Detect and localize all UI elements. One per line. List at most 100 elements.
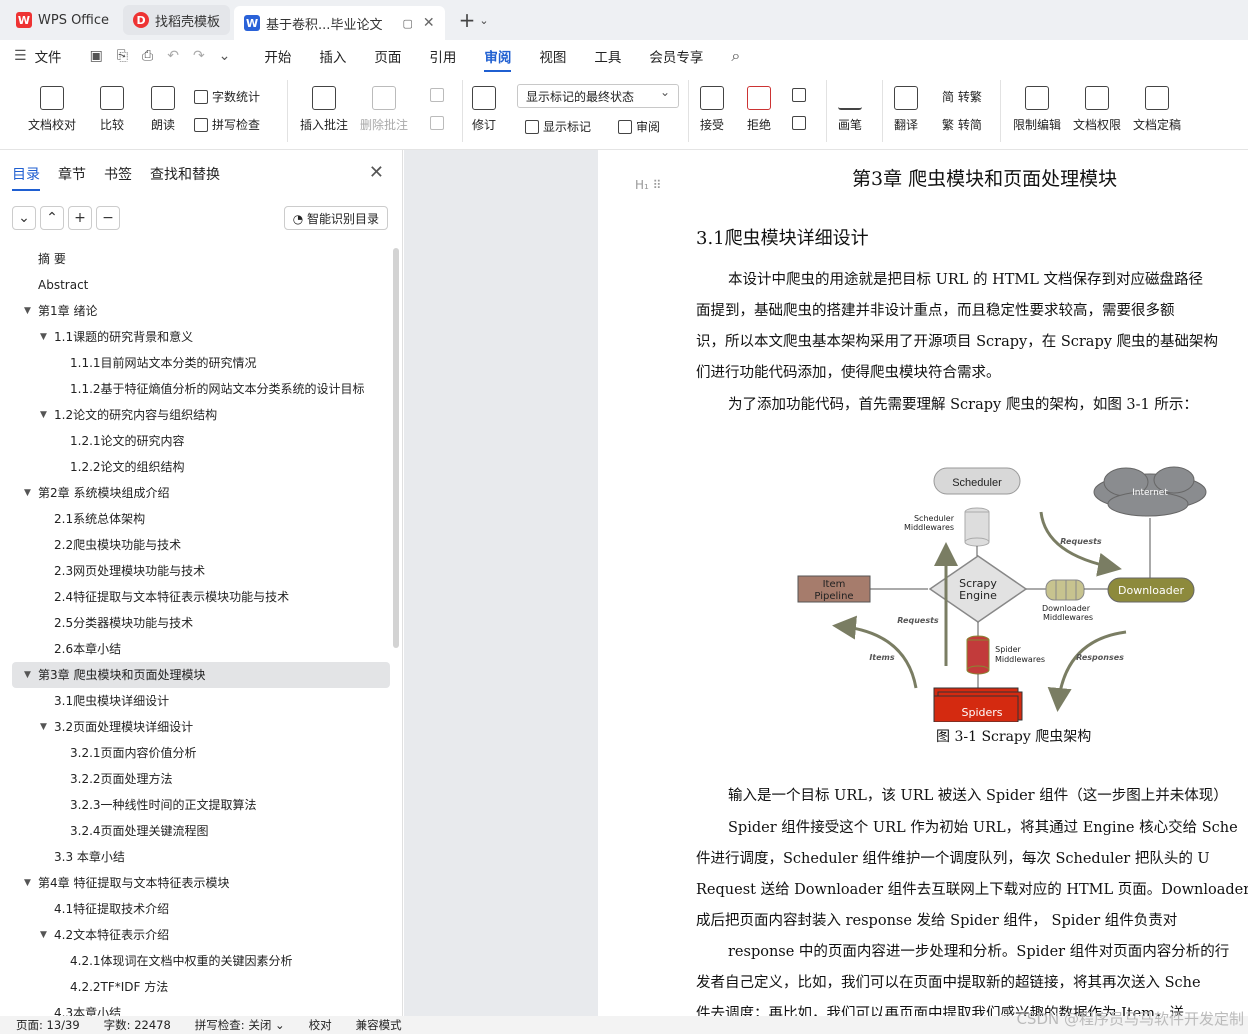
toc-item[interactable]: ▼ 1.2论文的研究内容与组织结构 <box>12 402 390 428</box>
tab-docer[interactable]: D 找稻壳模板 <box>123 5 231 35</box>
remove-heading-icon[interactable]: − <box>96 206 120 230</box>
compare-button[interactable]: 比较 <box>100 86 124 133</box>
toc-item[interactable]: 3.2.2页面处理方法 <box>12 766 390 792</box>
print-preview-icon[interactable]: ⎙ <box>142 48 153 64</box>
page-indicator[interactable]: 页面: 13/39 <box>16 1017 80 1033</box>
menu-page[interactable]: 页面 <box>374 46 401 66</box>
delete-comment-button[interactable]: 删除批注 <box>360 86 408 133</box>
proof-indicator[interactable]: 校对 <box>309 1017 332 1033</box>
toc-item[interactable]: 3.2.4页面处理关键流程图 <box>12 818 390 844</box>
collapse-arrow-icon[interactable]: ▼ <box>40 714 47 740</box>
toc-item[interactable]: 2.3网页处理模块功能与技术 <box>12 558 390 584</box>
to-traditional-button[interactable]: 简 转繁 <box>942 88 982 105</box>
toc-item[interactable]: 4.1特征提取技术介绍 <box>12 896 390 922</box>
tab-bookmarks[interactable]: 书签 <box>104 164 132 191</box>
toc-item[interactable]: ▼ 第3章 爬虫模块和页面处理模块 <box>12 662 390 688</box>
translate-button[interactable]: 翻译 <box>894 86 918 133</box>
spell-check-indicator[interactable]: 拼写检查: 关闭 ⌄ <box>195 1017 285 1033</box>
collapse-arrow-icon[interactable]: ▼ <box>24 662 31 688</box>
menu-file[interactable]: 文件 <box>35 46 62 66</box>
toc-item[interactable]: 2.1系统总体架构 <box>12 506 390 532</box>
collapse-arrow-icon[interactable]: ▼ <box>40 922 47 948</box>
window-icon[interactable]: ▢ <box>402 17 412 30</box>
menu-start[interactable]: 开始 <box>264 46 291 66</box>
menu-reference[interactable]: 引用 <box>429 46 456 66</box>
hamburger-icon[interactable]: ☰ <box>14 48 27 64</box>
doc-proof-button[interactable]: 文档校对 <box>28 86 76 133</box>
tab-toc[interactable]: 目录 <box>12 164 40 191</box>
collapse-arrow-icon[interactable]: ▼ <box>24 870 31 896</box>
word-count-indicator[interactable]: 字数: 22478 <box>104 1017 171 1033</box>
tab-document[interactable]: W 基于卷积...毕业论文 ▢ ✕ <box>234 6 445 40</box>
toc-item[interactable]: 4.2.1体现词在文档中权重的关键因素分析 <box>12 948 390 974</box>
menu-view[interactable]: 视图 <box>539 46 566 66</box>
show-marks-button[interactable]: 显示标记 <box>525 118 591 135</box>
redo-icon[interactable]: ↷ <box>193 48 205 64</box>
finalize-button[interactable]: 文档定稿 <box>1133 86 1181 133</box>
spell-check-button[interactable]: 拼写检查 <box>194 116 260 133</box>
menu-tools[interactable]: 工具 <box>594 46 621 66</box>
reject-button[interactable]: 拒绝 <box>747 86 771 133</box>
menu-review[interactable]: 审阅 <box>484 46 512 72</box>
doc-permission-button[interactable]: 文档权限 <box>1073 86 1121 133</box>
save-icon[interactable]: ▣ <box>90 48 103 64</box>
to-simplified-button[interactable]: 繁 转简 <box>942 116 982 133</box>
collapse-arrow-icon[interactable]: ▼ <box>24 298 31 324</box>
insert-comment-button[interactable]: 插入批注 <box>300 86 348 133</box>
export-icon[interactable]: ⎘ <box>117 48 128 64</box>
prev-comment-icon[interactable] <box>430 88 448 102</box>
toc-item[interactable]: 3.2.3一种线性时间的正文提取算法 <box>12 792 390 818</box>
toc-item[interactable]: 2.2爬虫模块功能与技术 <box>12 532 390 558</box>
restrict-edit-button[interactable]: 限制编辑 <box>1013 86 1061 133</box>
search-icon[interactable]: ⌕ <box>731 46 740 66</box>
next-comment-icon[interactable] <box>430 116 448 130</box>
toc-item[interactable]: 1.2.2论文的组织结构 <box>12 454 390 480</box>
toc-item[interactable]: 3.1爬虫模块详细设计 <box>12 688 390 714</box>
smart-toc-button[interactable]: ◔ 智能识别目录 <box>283 206 388 230</box>
heading-handle-icon[interactable]: H₁ ⠿ <box>635 178 661 192</box>
tab-wps-office[interactable]: W WPS Office <box>6 5 119 35</box>
toc-item[interactable]: 1.1.1目前网站文本分类的研究情况 <box>12 350 390 376</box>
toc-item[interactable]: ▼ 第2章 系统模块组成介绍 <box>12 480 390 506</box>
toc-item[interactable]: 3.3 本章小结 <box>12 844 390 870</box>
prev-change-icon[interactable] <box>792 88 810 102</box>
toc-item[interactable]: 2.6本章小结 <box>12 636 390 662</box>
expand-down-icon[interactable]: ⌄ <box>12 206 36 230</box>
next-change-icon[interactable] <box>792 116 810 130</box>
nav-scrollbar[interactable] <box>393 248 399 648</box>
track-changes-button[interactable]: 修订 <box>472 86 496 133</box>
toc-item[interactable]: ▼ 3.2页面处理模块详细设计 <box>12 714 390 740</box>
tab-find-replace[interactable]: 查找和替换 <box>150 164 220 191</box>
new-tab-icon[interactable]: + <box>459 8 476 32</box>
display-mode-dropdown[interactable]: 显示标记的最终状态 <box>517 84 679 108</box>
toc-item[interactable]: 3.2.1页面内容价值分析 <box>12 740 390 766</box>
accept-button[interactable]: 接受 <box>700 86 724 133</box>
add-heading-icon[interactable]: + <box>68 206 92 230</box>
read-aloud-button[interactable]: 朗读 <box>151 86 175 133</box>
word-count-button[interactable]: 字数统计 <box>194 88 260 105</box>
more-chevron-icon[interactable]: ⌄ <box>219 48 231 64</box>
toc-item[interactable]: 2.5分类器模块功能与技术 <box>12 610 390 636</box>
collapse-arrow-icon[interactable]: ▼ <box>40 402 47 428</box>
toc-item[interactable]: 1.1.2基于特征熵值分析的网站文本分类系统的设计目标 <box>12 376 390 402</box>
collapse-arrow-icon[interactable]: ▼ <box>40 324 47 350</box>
collapse-arrow-icon[interactable]: ▼ <box>24 480 31 506</box>
ink-pen-button[interactable]: 画笔 <box>838 86 862 133</box>
close-pane-icon[interactable]: ✕ <box>369 162 384 183</box>
toc-item[interactable]: ▼ 4.2文本特征表示介绍 <box>12 922 390 948</box>
toc-item[interactable]: Abstract <box>12 272 390 298</box>
toc-item[interactable]: 4.2.2TF*IDF 方法 <box>12 974 390 1000</box>
toc-item[interactable]: ▼ 1.1课题的研究背景和意义 <box>12 324 390 350</box>
menu-vip[interactable]: 会员专享 <box>649 46 703 66</box>
toc-item[interactable]: 摘 要 <box>12 246 390 272</box>
toc-item[interactable]: ▼ 第1章 绪论 <box>12 298 390 324</box>
toc-item[interactable]: 1.2.1论文的研究内容 <box>12 428 390 454</box>
close-tab-icon[interactable]: ✕ <box>423 15 435 31</box>
toc-item[interactable]: ▼ 第4章 特征提取与文本特征表示模块 <box>12 870 390 896</box>
tab-sections[interactable]: 章节 <box>58 164 86 191</box>
review-pane-button[interactable]: 审阅 <box>618 118 660 135</box>
collapse-up-icon[interactable]: ⌃ <box>40 206 64 230</box>
menu-insert[interactable]: 插入 <box>319 46 346 66</box>
toc-item[interactable]: 2.4特征提取与文本特征表示模块功能与技术 <box>12 584 390 610</box>
undo-icon[interactable]: ↶ <box>167 48 179 64</box>
